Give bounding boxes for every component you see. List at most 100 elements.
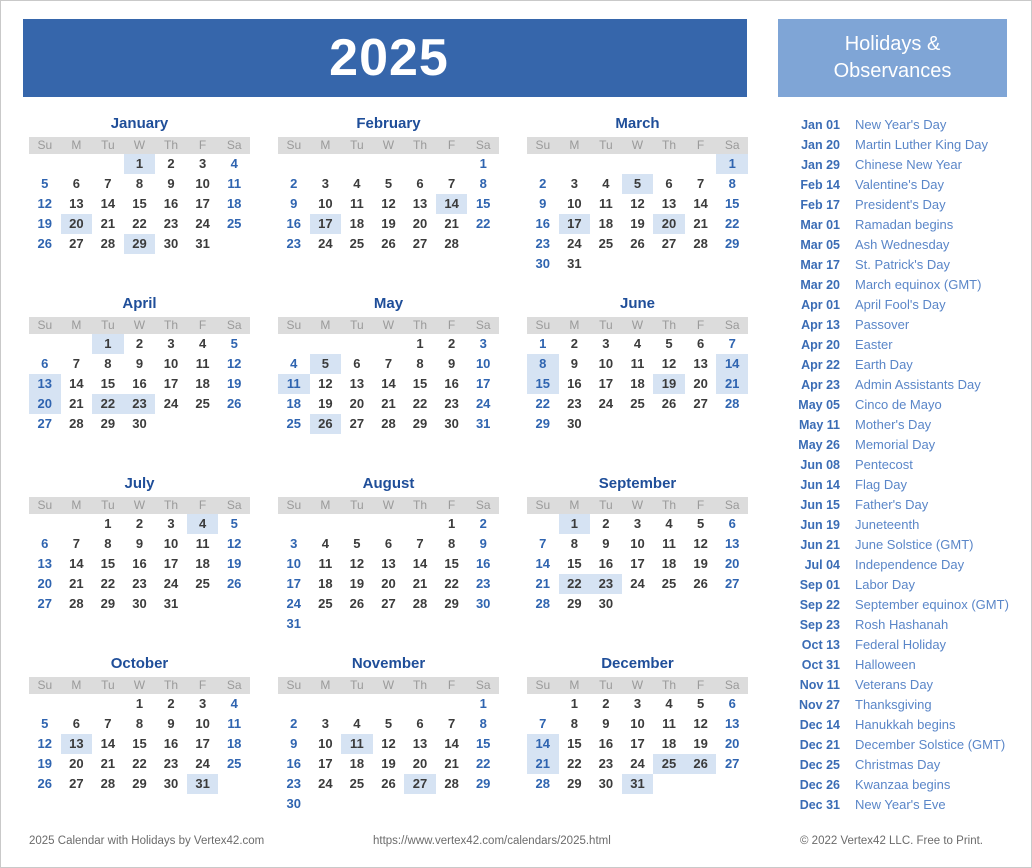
day-cell[interactable]: 18 [341,754,373,774]
day-cell[interactable]: 27 [61,234,93,254]
day-cell[interactable]: 11 [653,714,685,734]
day-cell[interactable]: 17 [310,754,342,774]
day-cell[interactable]: 11 [653,534,685,554]
day-cell[interactable]: 12 [622,194,654,214]
day-cell[interactable]: 22 [467,754,499,774]
day-cell[interactable]: 24 [187,214,219,234]
day-cell[interactable]: 22 [467,214,499,234]
day-cell[interactable]: 4 [341,174,373,194]
day-cell[interactable]: 4 [590,174,622,194]
day-cell[interactable]: 29 [559,594,591,614]
day-cell[interactable]: 17 [467,374,499,394]
day-cell[interactable]: 7 [436,174,468,194]
day-cell[interactable]: 20 [716,554,748,574]
day-cell[interactable]: 5 [373,714,405,734]
day-cell[interactable]: 3 [155,334,187,354]
day-cell[interactable]: 7 [373,354,405,374]
day-cell[interactable]: 29 [124,774,156,794]
day-cell[interactable]: 31 [155,594,187,614]
day-cell[interactable]: 17 [187,194,219,214]
day-cell[interactable]: 3 [155,514,187,534]
day-cell[interactable]: 22 [92,574,124,594]
day-cell[interactable]: 4 [187,334,219,354]
day-cell-highlighted[interactable]: 20 [60,214,93,234]
day-cell[interactable]: 28 [61,594,93,614]
day-cell[interactable]: 16 [278,214,310,234]
day-cell[interactable]: 18 [218,194,250,214]
day-cell[interactable]: 5 [373,174,405,194]
day-cell[interactable]: 30 [590,774,622,794]
day-cell[interactable]: 26 [653,394,685,414]
day-cell[interactable]: 7 [61,534,93,554]
day-cell[interactable]: 14 [92,194,124,214]
day-cell[interactable]: 9 [590,534,622,554]
day-cell[interactable]: 10 [155,354,187,374]
day-cell[interactable]: 8 [124,174,156,194]
day-cell-highlighted[interactable]: 8 [527,354,559,374]
day-cell[interactable]: 26 [685,574,717,594]
day-cell[interactable]: 29 [404,414,436,434]
day-cell-highlighted[interactable]: 14 [716,354,748,374]
day-cell[interactable]: 28 [436,774,468,794]
day-cell[interactable]: 1 [467,694,499,714]
day-cell[interactable]: 25 [218,214,250,234]
day-cell[interactable]: 19 [622,214,654,234]
day-cell[interactable]: 6 [716,514,748,534]
day-cell[interactable]: 7 [685,174,717,194]
day-cell[interactable]: 12 [29,734,61,754]
day-cell[interactable]: 7 [92,714,124,734]
day-cell[interactable]: 3 [622,514,654,534]
day-cell[interactable]: 1 [467,154,499,174]
day-cell[interactable]: 27 [61,774,93,794]
day-cell[interactable]: 21 [685,214,717,234]
day-cell[interactable]: 24 [622,754,654,774]
day-cell[interactable]: 4 [653,694,685,714]
day-cell[interactable]: 12 [341,554,373,574]
day-cell-highlighted[interactable]: 14 [435,194,468,214]
day-cell[interactable]: 24 [590,394,622,414]
day-cell[interactable]: 18 [278,394,310,414]
day-cell[interactable]: 14 [404,554,436,574]
day-cell[interactable]: 15 [92,554,124,574]
day-cell[interactable]: 10 [187,174,219,194]
day-cell-highlighted[interactable]: 22 [558,574,591,594]
day-cell[interactable]: 15 [436,554,468,574]
day-cell[interactable]: 16 [467,554,499,574]
day-cell[interactable]: 2 [155,154,187,174]
day-cell[interactable]: 23 [278,774,310,794]
day-cell-highlighted[interactable]: 21 [527,754,559,774]
day-cell[interactable]: 8 [716,174,748,194]
day-cell[interactable]: 4 [310,534,342,554]
day-cell-highlighted[interactable]: 20 [29,394,61,414]
day-cell[interactable]: 6 [685,334,717,354]
day-cell[interactable]: 1 [559,694,591,714]
day-cell[interactable]: 19 [218,554,250,574]
day-cell[interactable]: 15 [124,734,156,754]
day-cell[interactable]: 8 [467,714,499,734]
day-cell[interactable]: 20 [373,574,405,594]
day-cell[interactable]: 29 [92,594,124,614]
day-cell[interactable]: 8 [92,354,124,374]
day-cell[interactable]: 28 [436,234,468,254]
day-cell[interactable]: 22 [124,754,156,774]
day-cell[interactable]: 26 [218,394,250,414]
day-cell[interactable]: 29 [559,774,591,794]
day-cell[interactable]: 13 [373,554,405,574]
day-cell[interactable]: 17 [622,734,654,754]
day-cell[interactable]: 15 [92,374,124,394]
day-cell[interactable]: 6 [341,354,373,374]
day-cell[interactable]: 3 [187,154,219,174]
day-cell[interactable]: 23 [559,394,591,414]
day-cell[interactable]: 7 [716,334,748,354]
day-cell[interactable]: 5 [29,714,61,734]
day-cell[interactable]: 8 [92,534,124,554]
day-cell[interactable]: 7 [61,354,93,374]
day-cell[interactable]: 20 [716,734,748,754]
day-cell[interactable]: 18 [187,374,219,394]
day-cell[interactable]: 13 [61,194,93,214]
day-cell[interactable]: 10 [590,354,622,374]
day-cell[interactable]: 4 [218,694,250,714]
day-cell[interactable]: 23 [278,234,310,254]
day-cell[interactable]: 8 [124,714,156,734]
day-cell[interactable]: 3 [559,174,591,194]
